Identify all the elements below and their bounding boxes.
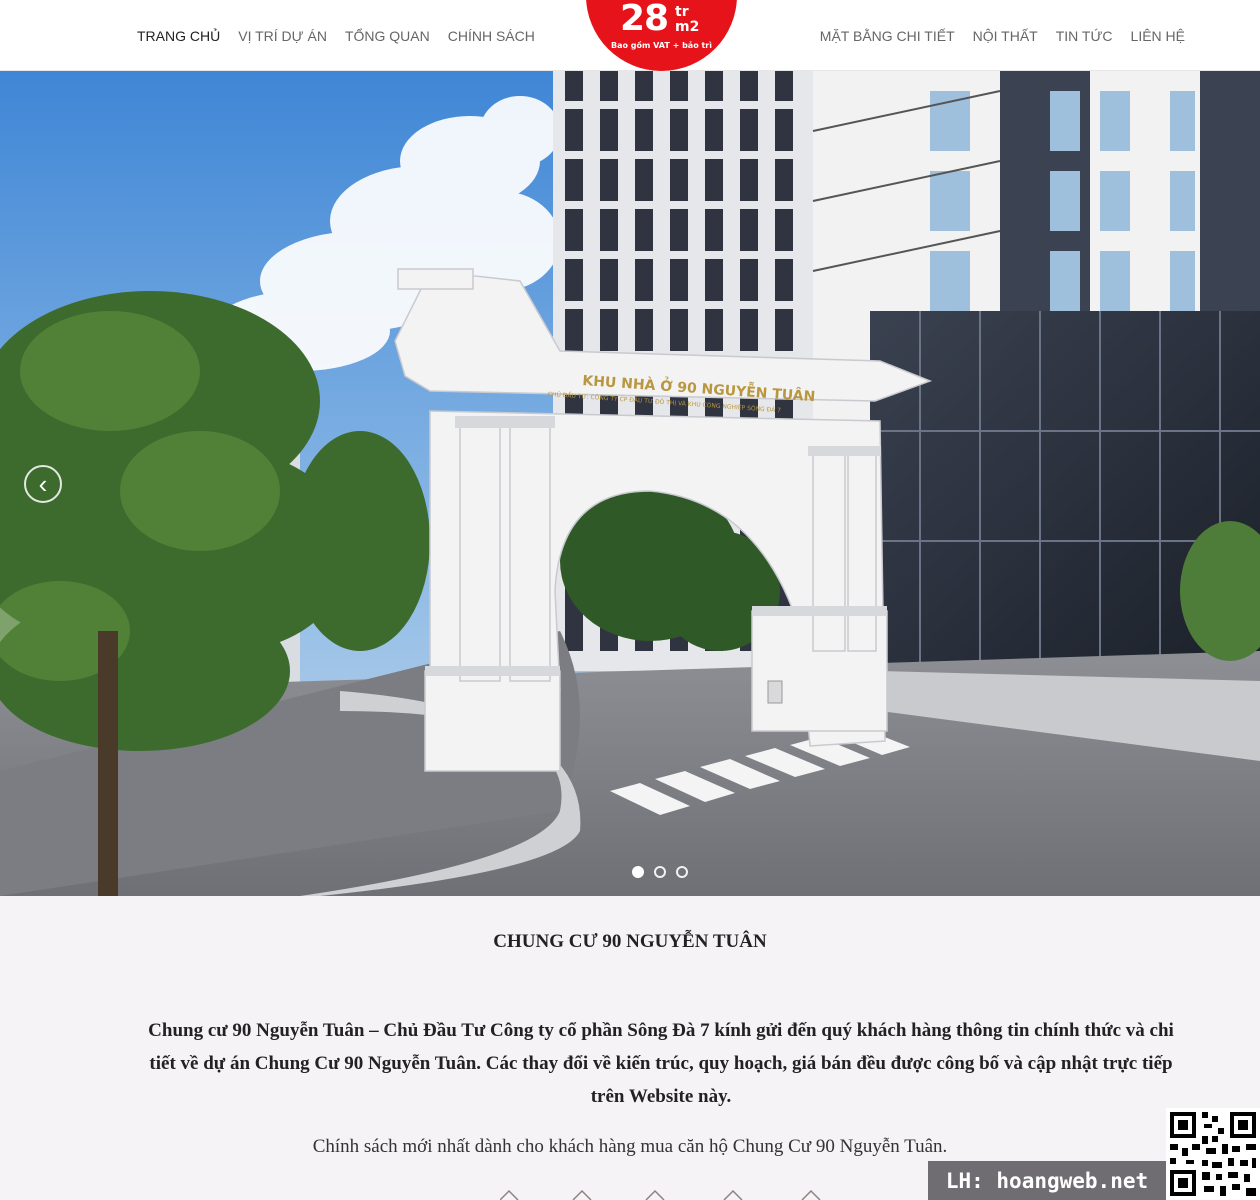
slider-dot-2[interactable]	[654, 866, 666, 878]
nav-tong-quan[interactable]: TỔNG QUAN	[336, 28, 439, 44]
main-nav-left: TRANG CHỦ VỊ TRÍ DỰ ÁN TỔNG QUAN CHÍNH S…	[128, 0, 544, 71]
slider-dot-3[interactable]	[676, 866, 688, 878]
logo-price: 28	[620, 0, 669, 39]
hero-image	[0, 71, 1260, 896]
intro-paragraph: Chung cư 90 Nguyễn Tuân – Chủ Đầu Tư Côn…	[148, 1020, 1174, 1107]
nav-tin-tuc[interactable]: TIN TỨC	[1047, 28, 1122, 44]
nav-vi-tri-du-an[interactable]: VỊ TRÍ DỰ ÁN	[229, 28, 336, 44]
nav-lien-he[interactable]: LIÊN HỆ	[1122, 28, 1194, 44]
intro-section: CHUNG CƯ 90 NGUYỄN TUÂN Chung cư 90 Nguy…	[0, 896, 1260, 1200]
page-title: CHUNG CƯ 90 NGUYỄN TUÂN	[493, 931, 767, 952]
logo-note: Bao gồm VAT + bảo trì	[611, 41, 712, 50]
nav-chinh-sach[interactable]: CHÍNH SÁCH	[439, 28, 544, 44]
nav-noi-that[interactable]: NỘI THẤT	[964, 28, 1047, 44]
contact-badge[interactable]: LH: hoangweb.net	[928, 1161, 1166, 1200]
chevron-left-icon: ‹	[38, 469, 48, 499]
slider-prev-button[interactable]: ‹	[24, 465, 62, 503]
logo-unit-bottom: m2	[675, 19, 700, 35]
hero-slider: KHU NHÀ Ở 90 NGUYỄN TUÂN CHỦ ĐẦU TƯ: CÔN…	[0, 71, 1260, 896]
slider-dot-1[interactable]	[632, 866, 644, 878]
decorative-diamonds	[500, 1189, 821, 1200]
main-nav-right: MẶT BẰNG CHI TIẾT NỘI THẤT TIN TỨC LIÊN …	[811, 0, 1194, 71]
nav-mat-bang-chi-tiet[interactable]: MẶT BẰNG CHI TIẾT	[811, 28, 964, 44]
nav-trang-chu[interactable]: TRANG CHỦ	[128, 28, 229, 44]
logo-unit-top: tr	[675, 4, 689, 20]
logo-unit: tr m2	[675, 5, 699, 35]
slider-pagination	[632, 866, 688, 878]
policy-paragraph: Chính sách mới nhất dành cho khách hàng …	[312, 1136, 948, 1157]
qr-code-icon[interactable]	[1166, 1108, 1260, 1200]
contact-label: LH: hoangweb.net	[945, 1168, 1149, 1193]
